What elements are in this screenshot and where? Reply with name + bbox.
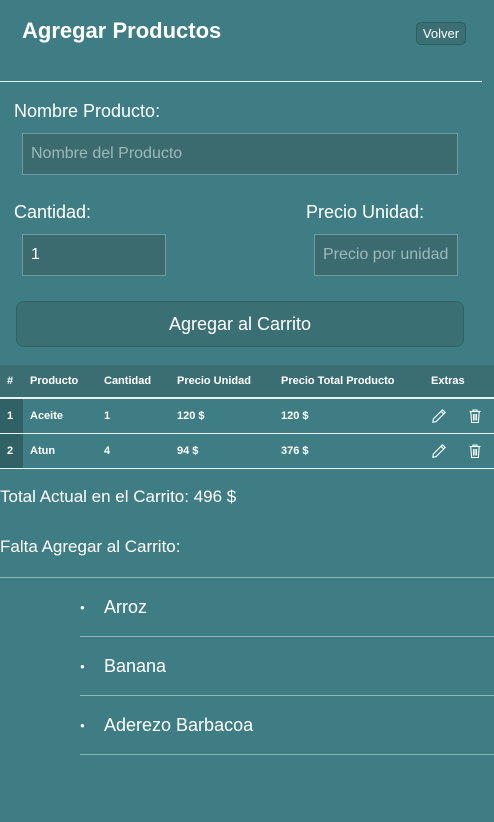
row-product: Atun bbox=[23, 433, 97, 469]
missing-items-list: ● Arroz ● Banana ● Aderezo Barbacoa bbox=[80, 578, 494, 755]
column-header-extras: Extras bbox=[424, 365, 494, 399]
missing-item-label: Aderezo Barbacoa bbox=[104, 714, 254, 735]
product-name-label: Nombre Producto: bbox=[14, 101, 161, 121]
table-row: 1 Aceite 1 120 $ 120 $ bbox=[0, 398, 494, 434]
row-unit-price: 94 $ bbox=[170, 433, 274, 469]
row-quantity: 1 bbox=[97, 398, 170, 434]
missing-item-label: Banana bbox=[104, 655, 167, 676]
column-header-index: # bbox=[0, 365, 23, 399]
row-unit-price: 120 $ bbox=[170, 398, 274, 434]
quantity-label: Cantidad: bbox=[14, 202, 92, 222]
table-row: 2 Atun 4 94 $ 376 $ bbox=[0, 433, 494, 469]
trash-icon[interactable] bbox=[467, 443, 483, 459]
table-header-row: # Producto Cantidad Precio Unidad Precio… bbox=[0, 365, 494, 399]
list-item: ● Arroz bbox=[80, 578, 494, 637]
list-item: ● Banana bbox=[80, 637, 494, 696]
column-header-quantity: Cantidad bbox=[97, 365, 170, 399]
row-quantity: 4 bbox=[97, 433, 170, 469]
missing-item-label: Arroz bbox=[104, 596, 148, 617]
page-header: Agregar Productos Volver bbox=[0, 0, 494, 82]
back-button[interactable]: Volver bbox=[416, 22, 466, 45]
bullet: ● bbox=[80, 661, 85, 671]
bullet: ● bbox=[80, 602, 85, 612]
cart-table: # Producto Cantidad Precio Unidad Precio… bbox=[0, 365, 494, 469]
missing-items-label: Falta Agregar al Carrito: bbox=[0, 537, 181, 556]
unit-price-input[interactable] bbox=[314, 234, 458, 276]
product-name-input[interactable] bbox=[22, 133, 458, 175]
row-product: Aceite bbox=[23, 398, 97, 434]
row-total-price: 376 $ bbox=[274, 433, 424, 469]
row-extras bbox=[424, 398, 494, 434]
pencil-icon[interactable] bbox=[431, 443, 447, 459]
unit-price-label: Precio Unidad: bbox=[306, 202, 425, 222]
cart-total: Total Actual en el Carrito: 496 $ bbox=[0, 487, 237, 506]
row-extras bbox=[424, 433, 494, 469]
quantity-input[interactable] bbox=[22, 234, 166, 276]
pencil-icon[interactable] bbox=[431, 408, 447, 424]
trash-icon[interactable] bbox=[467, 408, 483, 424]
row-index: 1 bbox=[0, 398, 23, 434]
row-total-price: 120 $ bbox=[274, 398, 424, 434]
bullet: ● bbox=[80, 720, 85, 730]
column-header-total-price: Precio Total Producto bbox=[274, 365, 424, 399]
list-item: ● Aderezo Barbacoa bbox=[80, 696, 494, 755]
header-divider bbox=[0, 81, 482, 82]
add-to-cart-button[interactable]: Agregar al Carrito bbox=[16, 301, 464, 347]
page-title: Agregar Productos bbox=[22, 18, 222, 43]
column-header-unit-price: Precio Unidad bbox=[170, 365, 274, 399]
column-header-product: Producto bbox=[23, 365, 97, 399]
row-index: 2 bbox=[0, 433, 23, 469]
